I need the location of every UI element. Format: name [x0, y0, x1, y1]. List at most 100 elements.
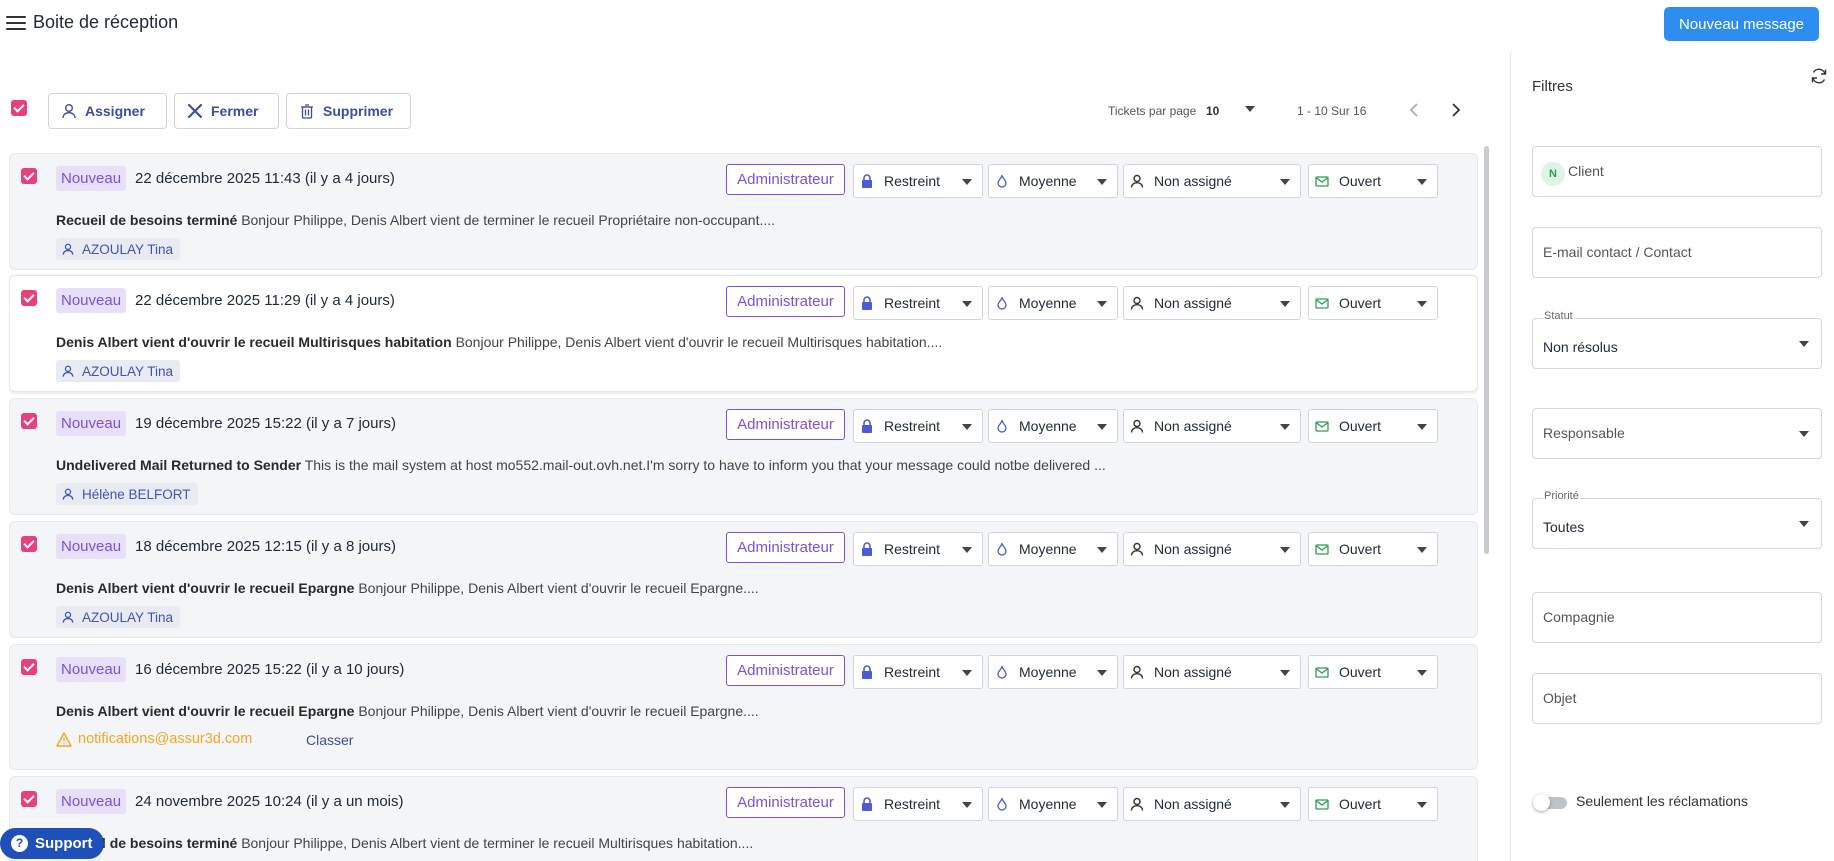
owner-select[interactable]: Responsable — [1532, 408, 1822, 459]
status-badge: Nouveau — [56, 789, 127, 814]
ticket-card[interactable]: Nouveau 24 novembre 2025 10:24 (il y a u… — [9, 776, 1478, 861]
trash-icon — [301, 104, 313, 119]
client-field[interactable]: N Client — [1532, 146, 1822, 197]
ticket-subject[interactable]: Denis Albert vient d'ouvrir le recueil E… — [56, 580, 1156, 596]
assignee-select[interactable]: Non assigné — [1123, 409, 1301, 443]
lock-icon — [862, 542, 872, 556]
contact-chip[interactable]: Hélène BELFORT — [56, 483, 198, 505]
assign-button[interactable]: Assigner — [48, 93, 167, 129]
ticket-subject[interactable]: Denis Albert vient d'ouvrir le recueil M… — [56, 334, 1156, 350]
lock-icon — [862, 296, 872, 310]
ticket-checkbox[interactable] — [21, 791, 37, 807]
priority-value: Moyenne — [1019, 796, 1077, 812]
close-icon — [187, 103, 203, 119]
close-button-label: Fermer — [211, 103, 259, 119]
contact-field[interactable]: E-mail contact / Contact — [1532, 227, 1822, 278]
status-select[interactable]: Statut Non résolus — [1532, 310, 1822, 369]
priority-filter-select[interactable]: Priorité Toutes — [1532, 490, 1822, 549]
state-select[interactable]: Ouvert — [1308, 655, 1438, 689]
support-button[interactable]: ? Support — [0, 828, 104, 859]
ticket-checkbox[interactable] — [21, 290, 37, 306]
classify-link[interactable]: Classer — [306, 732, 353, 748]
select-all-checkbox[interactable] — [11, 100, 27, 116]
close-button[interactable]: Fermer — [174, 93, 279, 129]
subject-field[interactable]: Objet — [1532, 673, 1822, 724]
assignee-select[interactable]: Non assigné — [1123, 787, 1301, 821]
contact-chip[interactable]: AZOULAY Tina — [56, 238, 181, 260]
new-message-button[interactable]: Nouveau message — [1664, 7, 1819, 41]
flame-icon — [997, 296, 1007, 310]
sender-email: notifications@assur3d.com — [78, 731, 253, 747]
state-select[interactable]: Ouvert — [1308, 409, 1438, 443]
ticket-card[interactable]: Nouveau 22 décembre 2025 11:29 (il y a 4… — [9, 275, 1478, 392]
user-icon — [1130, 296, 1144, 310]
hamburger-menu-icon[interactable] — [6, 15, 26, 31]
contact-chip[interactable]: AZOULAY Tina — [56, 360, 181, 382]
ticket-checkbox[interactable] — [21, 659, 37, 675]
state-select[interactable]: Ouvert — [1308, 164, 1438, 198]
scrollbar-thumb[interactable] — [1484, 146, 1489, 554]
ticket-card[interactable]: Nouveau 19 décembre 2025 15:22 (il y a 7… — [9, 398, 1478, 515]
flame-icon — [997, 797, 1007, 811]
role-button[interactable]: Administrateur — [726, 286, 845, 317]
chevron-down-icon[interactable] — [1245, 106, 1255, 112]
assignee-value: Non assigné — [1154, 173, 1232, 189]
priority-select[interactable]: Moyenne — [988, 164, 1118, 198]
visibility-select[interactable]: Restreint — [853, 787, 983, 821]
per-page-select[interactable]: 10 — [1206, 104, 1219, 118]
state-select[interactable]: Ouvert — [1308, 286, 1438, 320]
priority-select[interactable]: Moyenne — [988, 409, 1118, 443]
claims-only-toggle[interactable] — [1533, 794, 1567, 811]
assignee-select[interactable]: Non assigné — [1123, 532, 1301, 566]
priority-value: Moyenne — [1019, 295, 1077, 311]
ticket-card[interactable]: Nouveau 18 décembre 2025 12:15 (il y a 8… — [9, 521, 1478, 638]
state-select[interactable]: Ouvert — [1308, 532, 1438, 566]
visibility-select[interactable]: Restreint — [853, 655, 983, 689]
ticket-subject[interactable]: Denis Albert vient d'ouvrir le recueil E… — [56, 703, 1156, 719]
ticket-subject[interactable]: Recueil de besoins terminé Bonjour Phili… — [56, 212, 1156, 228]
refresh-icon[interactable] — [1809, 66, 1829, 86]
filters-title: Filtres — [1532, 78, 1573, 95]
priority-value: Moyenne — [1019, 173, 1077, 189]
chevron-right-icon[interactable] — [1446, 101, 1464, 119]
priority-select[interactable]: Moyenne — [988, 286, 1118, 320]
assignee-select[interactable]: Non assigné — [1123, 655, 1301, 689]
ticket-checkbox[interactable] — [21, 168, 37, 184]
role-button[interactable]: Administrateur — [726, 164, 845, 195]
state-value: Ouvert — [1339, 418, 1382, 434]
ticket-subject[interactable]: Undelivered Mail Returned to Sender This… — [56, 457, 1156, 473]
page-title: Boite de réception — [33, 12, 179, 32]
priority-select[interactable]: Moyenne — [988, 655, 1118, 689]
priority-select[interactable]: Moyenne — [988, 787, 1118, 821]
role-button[interactable]: Administrateur — [726, 409, 845, 440]
assignee-select[interactable]: Non assigné — [1123, 286, 1301, 320]
role-button[interactable]: Administrateur — [726, 655, 845, 686]
warning-icon — [56, 731, 72, 747]
delete-button[interactable]: Supprimer — [286, 93, 411, 129]
state-select[interactable]: Ouvert — [1308, 787, 1438, 821]
ticket-date: 16 décembre 2025 15:22 (il y a 10 jours) — [135, 661, 405, 678]
visibility-select[interactable]: Restreint — [853, 409, 983, 443]
ticket-checkbox[interactable] — [21, 413, 37, 429]
ticket-card[interactable]: Nouveau 22 décembre 2025 11:43 (il y a 4… — [9, 153, 1478, 270]
ticket-subject-title: Undelivered Mail Returned to Sender — [56, 457, 302, 473]
ticket-subject[interactable]: Recueil de besoins terminé Bonjour Phili… — [56, 835, 1156, 851]
ticket-checkbox[interactable] — [21, 536, 37, 552]
priority-select[interactable]: Moyenne — [988, 532, 1118, 566]
role-button[interactable]: Administrateur — [726, 532, 845, 563]
chevron-left-icon[interactable] — [1406, 101, 1424, 119]
claims-only-label: Seulement les réclamations — [1576, 793, 1748, 809]
company-field[interactable]: Compagnie — [1532, 592, 1822, 643]
filters-panel: Filtres N Client E-mail contact / Contac… — [1510, 52, 1834, 861]
ticket-subject-title: Denis Albert vient d'ouvrir le recueil E… — [56, 580, 355, 596]
role-button[interactable]: Administrateur — [726, 787, 845, 818]
contact-chip[interactable]: AZOULAY Tina — [56, 606, 181, 628]
assignee-select[interactable]: Non assigné — [1123, 164, 1301, 198]
visibility-select[interactable]: Restreint — [853, 164, 983, 198]
per-page-label: Tickets par page — [1108, 104, 1197, 118]
visibility-select[interactable]: Restreint — [853, 286, 983, 320]
ticket-card[interactable]: Nouveau 16 décembre 2025 15:22 (il y a 1… — [9, 644, 1478, 770]
visibility-select[interactable]: Restreint — [853, 532, 983, 566]
user-icon — [1130, 419, 1144, 433]
unknown-sender-warning: notifications@assur3d.com — [56, 731, 252, 747]
